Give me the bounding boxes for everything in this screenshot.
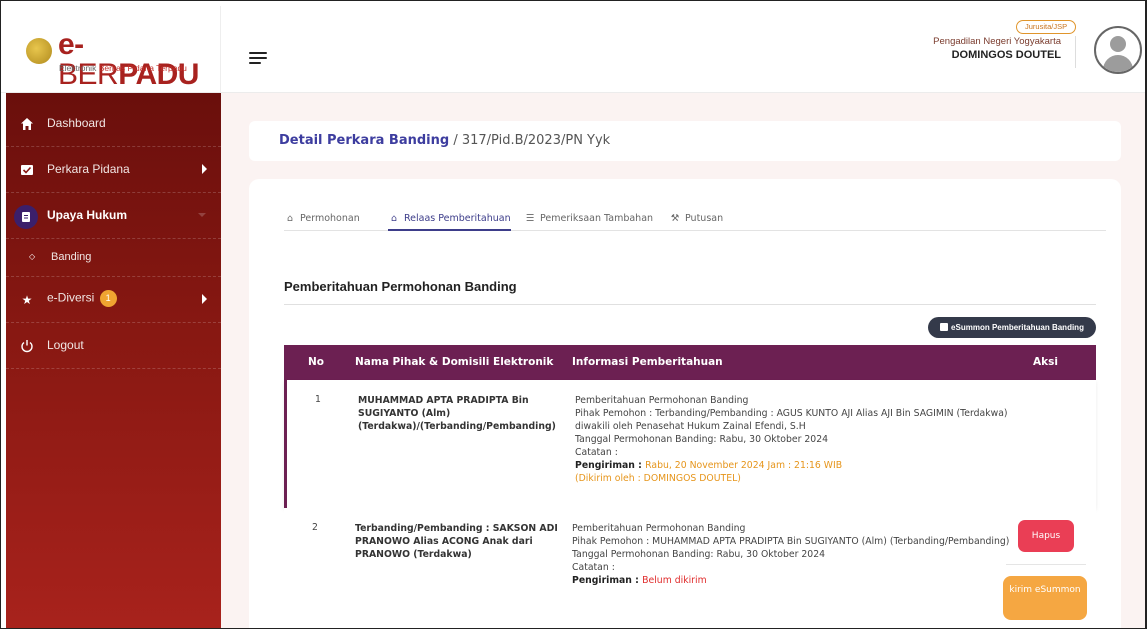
sidebar-item-label: Banding: [51, 251, 92, 263]
info-tanggal: Tanggal Permohonan Banding: Rabu, 30 Okt…: [572, 549, 826, 560]
list-icon: ☰: [525, 213, 535, 224]
tab-label: Permohonan: [300, 213, 360, 224]
header-divider: [1075, 36, 1076, 68]
menu-toggle-icon[interactable]: [249, 50, 267, 66]
pengiriman-label: Pengiriman :: [575, 460, 646, 471]
action-divider: [1006, 564, 1086, 565]
row-info: Pemberitahuan Permohonan Banding Pihak P…: [572, 522, 1012, 587]
info-pihak: Pihak Pemohon : Terbanding/Pembanding : …: [575, 408, 1008, 432]
col-aksi: Aksi: [1033, 356, 1058, 368]
sidebar-item-label: e-Diversi: [47, 290, 95, 305]
sidebar-item-label: Upaya Hukum: [47, 208, 128, 222]
checklist-icon: [20, 163, 34, 177]
chevron-right-icon: [202, 294, 207, 304]
info-title: Pemberitahuan Permohonan Banding: [575, 395, 749, 406]
row-no: 1: [315, 394, 321, 405]
logo-subtitle: Elektronik Berkas Pidana Terpadu: [59, 63, 187, 73]
chevron-down-icon: [198, 213, 206, 217]
logo-title: e-BERPADU: [58, 30, 220, 90]
logo-e: e-: [58, 28, 84, 61]
home-outline-icon: ⌂: [286, 213, 294, 224]
tab-label: Putusan: [685, 213, 724, 224]
pengiriman-value: Belum dikirim: [642, 575, 707, 586]
court-emblem-icon: [26, 38, 52, 64]
house-outline-icon: ⌂: [390, 213, 398, 224]
table-row: 2 Terbanding/Pembanding : SAKSON ADI PRA…: [284, 508, 1096, 629]
logo-sub-b: Berkas Pidana Terpadu: [98, 63, 187, 73]
info-catatan: Catatan :: [572, 562, 615, 573]
pengiriman-label: Pengiriman :: [572, 575, 643, 586]
avatar[interactable]: [1094, 26, 1142, 74]
tab-label: Relaas Pemberitahuan: [404, 213, 511, 224]
pengiriman-value: Rabu, 20 November 2024 Jam : 21:16 WIB: [645, 460, 843, 471]
main-content: Detail Perkara Banding / 317/Pid.B/2023/…: [221, 93, 1145, 629]
col-info: Informasi Pemberitahuan: [572, 356, 723, 368]
tab-putusan[interactable]: ⚒ Putusan: [669, 213, 723, 231]
breadcrumb-text: Detail Perkara Banding / 317/Pid.B/2023/…: [279, 133, 610, 148]
plus-square-icon: [940, 323, 949, 331]
sidebar-item-perkara-pidana[interactable]: Perkara Pidana: [6, 147, 221, 193]
power-icon: [20, 339, 34, 353]
sidebar-item-upaya-hukum[interactable]: Upaya Hukum: [6, 193, 221, 239]
sidebar-item-logout[interactable]: Logout: [6, 323, 221, 369]
role-badge: Jurusita/JSP: [1016, 20, 1077, 34]
sidebar-item-label: Perkara Pidana: [47, 162, 130, 176]
file-icon: [14, 205, 38, 229]
app-logo[interactable]: e-BERPADU Elektronik Berkas Pidana Terpa…: [6, 6, 221, 92]
dikirim-oleh: (Dikirim oleh : DOMINGOS DOUTEL): [575, 473, 741, 484]
hapus-button[interactable]: Hapus: [1018, 520, 1074, 552]
section-title: Pemberitahuan Permohonan Banding: [284, 279, 517, 294]
logo-sub-a: Elektronik: [59, 63, 99, 73]
user-court: Pengadilan Negeri Yogyakarta: [933, 36, 1061, 47]
sidebar-item-e-diversi[interactable]: ★ e-Diversi 1: [6, 277, 221, 323]
tab-bar: ⌂ Permohonan ⌂ Relaas Pemberitahuan ☰ Pemer…: [284, 213, 1106, 231]
sidebar: Dashboard Perkara Pidana Upaya Hukum ◇ B…: [6, 93, 221, 629]
top-header: e-BERPADU Elektronik Berkas Pidana Terpa…: [0, 0, 1147, 93]
info-pihak: Pihak Pemohon : MUHAMMAD APTA PRADIPTA B…: [572, 536, 1010, 547]
info-title: Pemberitahuan Permohonan Banding: [572, 523, 746, 534]
row-nama: Terbanding/Pembanding : SAKSON ADI PRANO…: [355, 523, 558, 560]
sidebar-item-label: Logout: [47, 338, 84, 352]
diamond-dot-icon: ◇: [29, 252, 36, 261]
tab-pemeriksaan-tambahan[interactable]: ☰ Pemeriksaan Tambahan: [524, 213, 653, 231]
row-nama: MUHAMMAD APTA PRADIPTA Bin SUGIYANTO (Al…: [358, 395, 556, 432]
gavel-icon: ⚒: [670, 213, 680, 224]
row-info: Pemberitahuan Permohonan Banding Pihak P…: [575, 394, 1015, 485]
tab-relaas-pemberitahuan[interactable]: ⌂ Relaas Pemberitahuan: [388, 213, 511, 231]
sidebar-item-dashboard[interactable]: Dashboard: [6, 101, 221, 147]
star-icon: ★: [21, 293, 33, 307]
col-no: No: [308, 356, 325, 368]
info-pengiriman: Pengiriman : Belum dikirim: [572, 574, 1012, 587]
home-icon: [20, 117, 34, 131]
detail-card: ⌂ Permohonan ⌂ Relaas Pemberitahuan ☰ Pemer…: [249, 179, 1121, 629]
breadcrumb-separator: /: [449, 133, 462, 148]
breadcrumb-link[interactable]: Detail Perkara Banding: [279, 133, 449, 148]
row-no: 2: [312, 522, 318, 533]
sidebar-item-label-wrap: e-Diversi 1: [47, 290, 117, 307]
sidebar-item-label: Dashboard: [47, 116, 106, 130]
table-row: 1 MUHAMMAD APTA PRADIPTA Bin SUGIYANTO (…: [284, 380, 1096, 508]
section-divider: [284, 304, 1096, 305]
chevron-right-icon: [202, 164, 207, 174]
breadcrumb-current: 317/Pid.B/2023/PN Yyk: [461, 133, 611, 148]
info-tanggal: Tanggal Permohonan Banding: Rabu, 30 Okt…: [575, 434, 829, 445]
info-pengiriman: Pengiriman : Rabu, 20 November 2024 Jam …: [575, 459, 1015, 472]
table-header: No Nama Pihak & Domisili Elektronik Info…: [284, 345, 1096, 380]
sidebar-item-banding[interactable]: ◇ Banding: [6, 239, 221, 277]
kirim-esummon-button[interactable]: kirim eSummon: [1003, 576, 1087, 620]
esummon-button-label: eSummon Pemberitahuan Banding: [951, 323, 1084, 332]
col-nama: Nama Pihak & Domisili Elektronik: [355, 356, 554, 368]
user-name: DOMINGOS DOUTEL: [951, 49, 1061, 61]
tab-label: Pemeriksaan Tambahan: [540, 213, 654, 224]
esummon-pemberitahuan-button[interactable]: eSummon Pemberitahuan Banding: [928, 317, 1096, 338]
tab-permohonan[interactable]: ⌂ Permohonan: [284, 213, 360, 231]
info-catatan: Catatan :: [575, 447, 618, 458]
breadcrumb: Detail Perkara Banding / 317/Pid.B/2023/…: [249, 121, 1121, 161]
notification-badge: 1: [99, 290, 117, 307]
